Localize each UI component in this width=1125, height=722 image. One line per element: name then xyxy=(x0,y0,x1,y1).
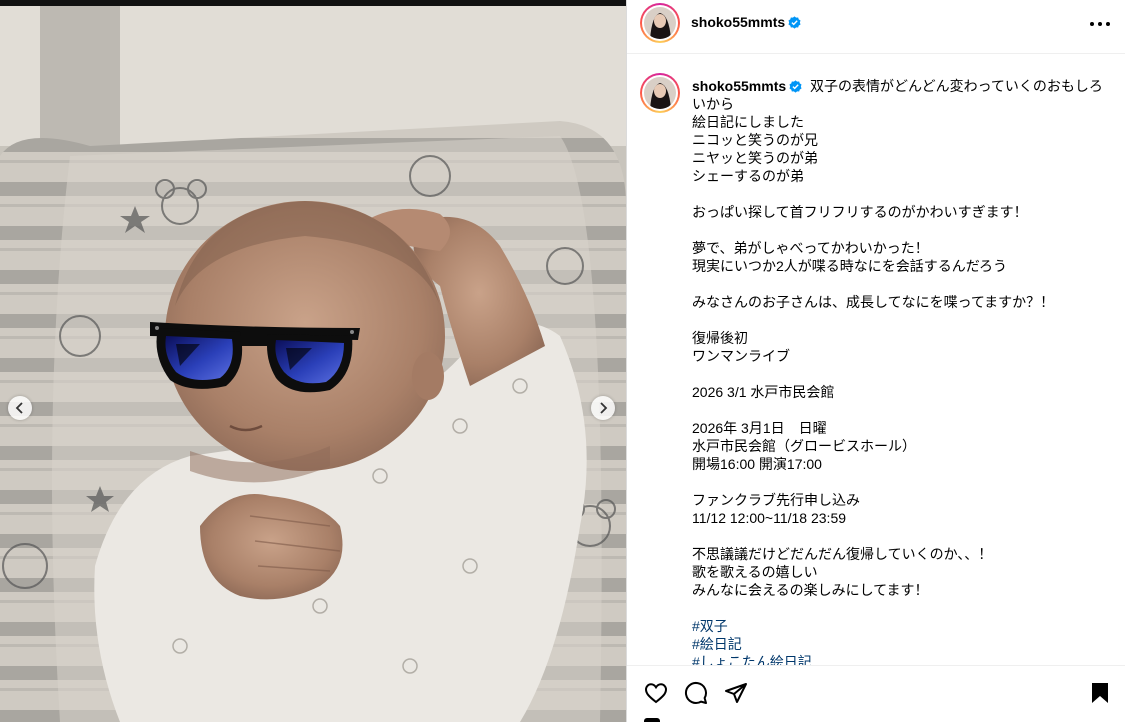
caption-avatar[interactable] xyxy=(640,73,680,113)
verified-badge-icon xyxy=(788,16,801,29)
caption-line: みんなに会えるの楽しみにしてます！ xyxy=(692,582,929,598)
save-button[interactable] xyxy=(1088,681,1114,707)
caption-first-block: shoko55mmts 双子の表情がどんどん変わっていくのおもしろいから xyxy=(692,77,1112,113)
comment-icon xyxy=(684,681,707,704)
caption-line: シェーするのが弟 xyxy=(692,168,804,184)
chevron-left-icon xyxy=(15,402,23,414)
post-header: shoko55mmts xyxy=(627,0,1125,54)
caption-scroll-area[interactable]: shoko55mmts 双子の表情がどんどん変わっていくのおもしろいから 絵日記… xyxy=(627,55,1125,665)
more-options-icon xyxy=(1090,22,1110,26)
caption-line: 2026年 3月1日 日曜 xyxy=(692,420,827,436)
caption-hashtags: #双子 #絵日記 #しょこたん絵日記 xyxy=(692,617,1112,665)
hashtag-link[interactable]: #しょこたん絵日記 xyxy=(692,653,1112,665)
heart-icon xyxy=(644,683,668,704)
caption-line: 絵日記にしました xyxy=(692,114,804,130)
caption-line: 水戸市民会館（グロービスホール） xyxy=(692,438,916,454)
post-photo xyxy=(0,6,626,722)
like-button[interactable] xyxy=(644,681,670,707)
caption-line: みなさんのお子さんは、成長してなにを喋ってますか？！ xyxy=(692,294,1055,310)
caption-line: ワンマンライブ xyxy=(692,348,790,364)
bookmark-icon xyxy=(1092,683,1108,703)
avatar-image xyxy=(644,7,676,39)
carousel-prev-button[interactable] xyxy=(8,396,32,420)
caption-line: 復帰後初 xyxy=(692,330,748,346)
comment-button[interactable] xyxy=(684,681,710,707)
caption-line: 現実にいつか2人が喋る時なにを会話するんだろう xyxy=(692,258,1007,274)
post-side-panel: shoko55mmts shoko55mmts 双子の表情がどんどん変わっていく… xyxy=(626,0,1125,722)
avatar[interactable] xyxy=(640,3,680,43)
hashtag-link[interactable]: #絵日記 xyxy=(692,635,1112,653)
header-username[interactable]: shoko55mmts xyxy=(691,14,801,30)
caption-line: 2026 3/1 水戸市民会館 xyxy=(692,384,835,400)
caption-line: ニコッと笑うのが兄 xyxy=(692,132,818,148)
action-bar xyxy=(627,665,1125,722)
share-icon xyxy=(725,683,747,703)
caption-line: 開場16:00 開演17:00 xyxy=(692,456,822,472)
caption-username[interactable]: shoko55mmts xyxy=(692,78,802,94)
caption-line: 歌を歌えるの嬉しい xyxy=(692,564,818,580)
caption-line: 夢で、弟がしゃべってかわいかった！ xyxy=(692,240,929,256)
caption-lines: 絵日記にしました ニコッと笑うのが兄 ニヤッと笑うのが弟 シェーするのが弟おっぱい探し… xyxy=(692,113,1112,617)
share-button[interactable] xyxy=(724,681,750,707)
caption-line: ファンクラブ先行申し込み xyxy=(692,492,860,508)
header-username-text[interactable]: shoko55mmts xyxy=(691,14,785,30)
hashtag-link[interactable]: #双子 xyxy=(692,617,1112,635)
verified-badge-icon xyxy=(789,80,802,93)
likes-row-edge xyxy=(644,718,660,722)
avatar-image xyxy=(644,77,676,109)
caption-line: 11/12 12:00~11/18 23:59 xyxy=(692,510,847,526)
post-caption: shoko55mmts 双子の表情がどんどん変わっていくのおもしろいから 絵日記… xyxy=(692,77,1112,665)
chevron-right-icon xyxy=(600,402,608,414)
caption-line: ニヤッと笑うのが弟 xyxy=(692,150,818,166)
caption-username-text[interactable]: shoko55mmts xyxy=(692,78,786,94)
carousel-next-button[interactable] xyxy=(591,396,615,420)
post-media xyxy=(0,0,626,722)
caption-line: 不思議議だけどだんだん復帰していくのか、、！ xyxy=(692,546,993,562)
more-options-button[interactable] xyxy=(1087,14,1113,34)
caption-line: おっぱい探して首フリフリするのがかわいすぎます！ xyxy=(692,204,1028,220)
